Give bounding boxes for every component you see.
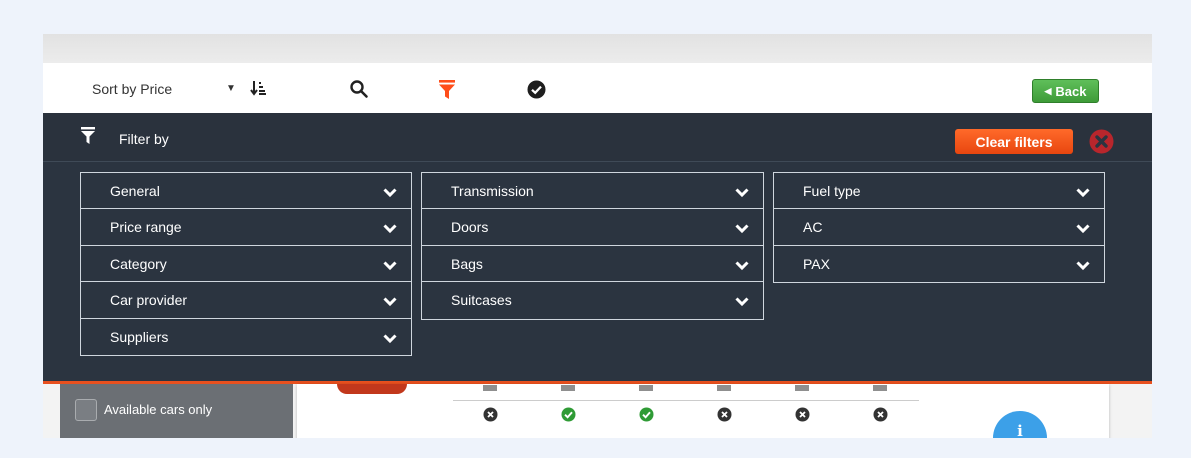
feature-icon bbox=[873, 385, 887, 391]
available-cars-checkbox[interactable] bbox=[75, 399, 97, 421]
sort-direction-icon[interactable] bbox=[250, 80, 266, 101]
available-cars-label: Available cars only bbox=[104, 402, 213, 417]
filter-item-doors[interactable]: Doors bbox=[422, 209, 763, 246]
filter-item-label: Doors bbox=[451, 219, 489, 236]
sort-select-label: Sort by Price bbox=[92, 81, 173, 97]
chevron-down-icon bbox=[383, 331, 397, 347]
filter-item-label: Category bbox=[110, 255, 167, 272]
filter-item-bags[interactable]: Bags bbox=[422, 246, 763, 283]
filter-column-2: Transmission Doors Bags Suitcases bbox=[421, 172, 764, 320]
back-button-label: Back bbox=[1055, 83, 1087, 99]
x-circle-icon bbox=[717, 407, 732, 427]
filter-item-transmission[interactable]: Transmission bbox=[422, 173, 763, 210]
chevron-down-icon bbox=[1076, 258, 1090, 274]
filter-column-3: Fuel type AC PAX bbox=[773, 172, 1105, 284]
feature-icon bbox=[717, 385, 731, 391]
chevron-down-icon bbox=[1076, 185, 1090, 201]
check-circle-icon bbox=[561, 407, 576, 427]
info-button[interactable]: i bbox=[993, 411, 1047, 438]
filter-item-label: Price range bbox=[110, 219, 182, 236]
filter-item-label: Transmission bbox=[451, 183, 534, 199]
chevron-down-icon bbox=[383, 294, 397, 310]
chevron-down-icon bbox=[1076, 221, 1090, 237]
filter-item-label: Fuel type bbox=[803, 183, 861, 199]
top-strip bbox=[43, 34, 1152, 63]
feature-icon bbox=[483, 385, 497, 391]
chevron-down-icon bbox=[735, 221, 749, 237]
filter-item-fuel-type[interactable]: Fuel type bbox=[774, 173, 1104, 210]
filter-item-label: Suitcases bbox=[451, 292, 512, 309]
filter-item-label: Car provider bbox=[110, 292, 188, 309]
check-circle-icon bbox=[639, 407, 654, 427]
filter-header: Filter by Clear filters bbox=[43, 113, 1152, 162]
filter-item-car-provider[interactable]: Car provider bbox=[81, 282, 411, 319]
info-button-label: i bbox=[1017, 422, 1023, 438]
filter-item-pax[interactable]: PAX bbox=[774, 246, 1104, 282]
sidebar-filter-box: Available cars only bbox=[60, 384, 293, 438]
toolbar: Sort by Price ▼ ◀ Back bbox=[43, 63, 1152, 114]
clear-filters-label: Clear filters bbox=[975, 133, 1053, 150]
chevron-down-icon bbox=[735, 258, 749, 274]
car-result-card: i bbox=[297, 384, 1109, 438]
chevron-down-icon bbox=[735, 185, 749, 201]
filter-column-1: General Price range Category Car provide… bbox=[80, 172, 412, 356]
chevron-down-icon bbox=[383, 258, 397, 274]
car-image bbox=[337, 384, 407, 394]
search-icon[interactable] bbox=[349, 79, 369, 104]
filter-item-price-range[interactable]: Price range bbox=[81, 209, 411, 246]
arrow-left-icon: ◀ bbox=[1044, 85, 1052, 96]
divider bbox=[453, 400, 919, 401]
sort-select[interactable]: Sort by Price bbox=[92, 81, 237, 97]
x-circle-icon bbox=[483, 407, 498, 427]
filter-item-suppliers[interactable]: Suppliers bbox=[81, 319, 411, 355]
filter-item-label: General bbox=[110, 183, 160, 199]
filter-item-label: Suppliers bbox=[110, 328, 169, 345]
feature-icon bbox=[795, 385, 809, 391]
filter-item-label: Bags bbox=[451, 255, 483, 272]
filter-item-category[interactable]: Category bbox=[81, 246, 411, 283]
filter-panel: Filter by Clear filters General Price ra… bbox=[43, 113, 1152, 384]
x-circle-icon bbox=[873, 407, 888, 427]
chevron-down-icon bbox=[735, 294, 749, 310]
filter-title: Filter by bbox=[119, 131, 169, 147]
chevron-down-icon bbox=[383, 221, 397, 237]
filter-icon bbox=[81, 127, 95, 150]
feature-icon bbox=[639, 385, 653, 391]
filter-item-label: PAX bbox=[803, 255, 830, 272]
filter-item-ac[interactable]: AC bbox=[774, 209, 1104, 246]
check-circle-icon[interactable] bbox=[527, 80, 546, 104]
feature-icon bbox=[561, 385, 575, 391]
caret-down-icon: ▼ bbox=[226, 83, 236, 94]
filter-icon[interactable] bbox=[438, 79, 456, 106]
filter-item-suitcases[interactable]: Suitcases bbox=[422, 282, 763, 318]
clear-filters-button[interactable]: Clear filters bbox=[955, 129, 1073, 154]
app-frame: Sort by Price ▼ ◀ Back Filter by Clear f… bbox=[43, 34, 1152, 438]
filter-item-general[interactable]: General bbox=[81, 173, 411, 210]
close-circle-icon[interactable] bbox=[1089, 129, 1114, 159]
back-button[interactable]: ◀ Back bbox=[1032, 79, 1099, 103]
chevron-down-icon bbox=[383, 185, 397, 201]
filter-item-label: AC bbox=[803, 219, 823, 236]
x-circle-icon bbox=[795, 407, 810, 427]
